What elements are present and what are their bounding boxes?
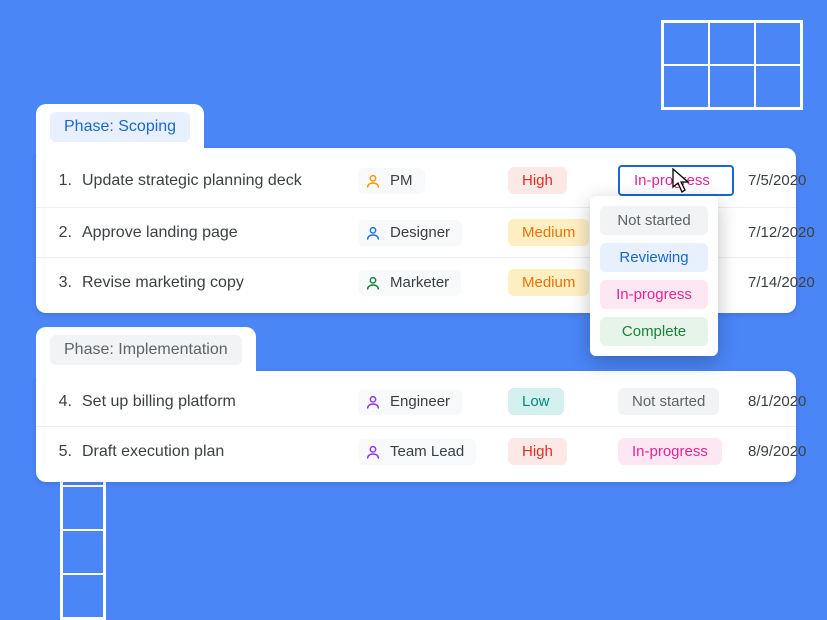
priority-pill[interactable]: High (508, 438, 567, 465)
status-pill[interactable]: Not started (618, 388, 719, 415)
role-label: Engineer (390, 393, 450, 410)
role-chip[interactable]: Marketer (358, 270, 461, 296)
status-cell[interactable]: In-progress (618, 438, 748, 465)
row-number: 4. (42, 393, 78, 411)
role-chip[interactable]: Engineer (358, 389, 462, 415)
role-chip[interactable]: PM (358, 168, 425, 194)
table-row[interactable]: 4. Set up billing platform Engineer Low … (36, 377, 796, 426)
dropdown-option-not-started[interactable]: Not started (600, 206, 708, 235)
priority-pill[interactable]: Medium (508, 269, 589, 296)
row-number: 5. (42, 443, 78, 461)
task-name: Draft execution plan (78, 443, 358, 461)
status-pill[interactable]: In-progress (618, 438, 722, 465)
due-date: 8/1/2020 (748, 393, 814, 410)
priority-pill[interactable]: Low (508, 388, 564, 415)
due-date: 7/12/2020 (748, 224, 823, 241)
role-label: Team Lead (390, 443, 464, 460)
person-icon (364, 443, 382, 461)
status-cell[interactable]: Not started (618, 388, 748, 415)
person-icon (364, 172, 382, 190)
task-card: 4. Set up billing platform Engineer Low … (36, 371, 796, 482)
cursor-icon (672, 168, 692, 194)
role-label: Designer (390, 224, 450, 241)
phase-tab[interactable]: Phase: Scoping (36, 104, 204, 156)
task-name: Update strategic planning deck (78, 172, 358, 190)
phase-tab[interactable]: Phase: Implementation (36, 327, 256, 379)
person-icon (364, 274, 382, 292)
phase-label: Phase: Scoping (50, 112, 190, 142)
task-name: Revise marketing copy (78, 274, 358, 292)
phase-label: Phase: Implementation (50, 335, 242, 365)
role-chip[interactable]: Team Lead (358, 439, 476, 465)
dropdown-option-reviewing[interactable]: Reviewing (600, 243, 708, 272)
role-chip[interactable]: Designer (358, 220, 462, 246)
dropdown-option-complete[interactable]: Complete (600, 317, 708, 346)
task-name: Set up billing platform (78, 393, 358, 411)
due-date: 7/5/2020 (748, 172, 814, 189)
status-dropdown[interactable]: Not started Reviewing In-progress Comple… (590, 196, 718, 356)
due-date: 8/9/2020 (748, 443, 814, 460)
person-icon (364, 393, 382, 411)
due-date: 7/14/2020 (748, 274, 823, 291)
person-icon (364, 224, 382, 242)
decorative-grid-top (661, 20, 803, 110)
task-name: Approve landing page (78, 224, 358, 242)
role-label: PM (390, 172, 413, 189)
role-label: Marketer (390, 274, 449, 291)
priority-pill[interactable]: Medium (508, 219, 589, 246)
table-row[interactable]: 5. Draft execution plan Team Lead High I… (36, 426, 796, 476)
priority-pill[interactable]: High (508, 167, 567, 194)
row-number: 1. (42, 172, 78, 190)
row-number: 2. (42, 224, 78, 242)
dropdown-option-in-progress[interactable]: In-progress (600, 280, 708, 309)
row-number: 3. (42, 274, 78, 292)
